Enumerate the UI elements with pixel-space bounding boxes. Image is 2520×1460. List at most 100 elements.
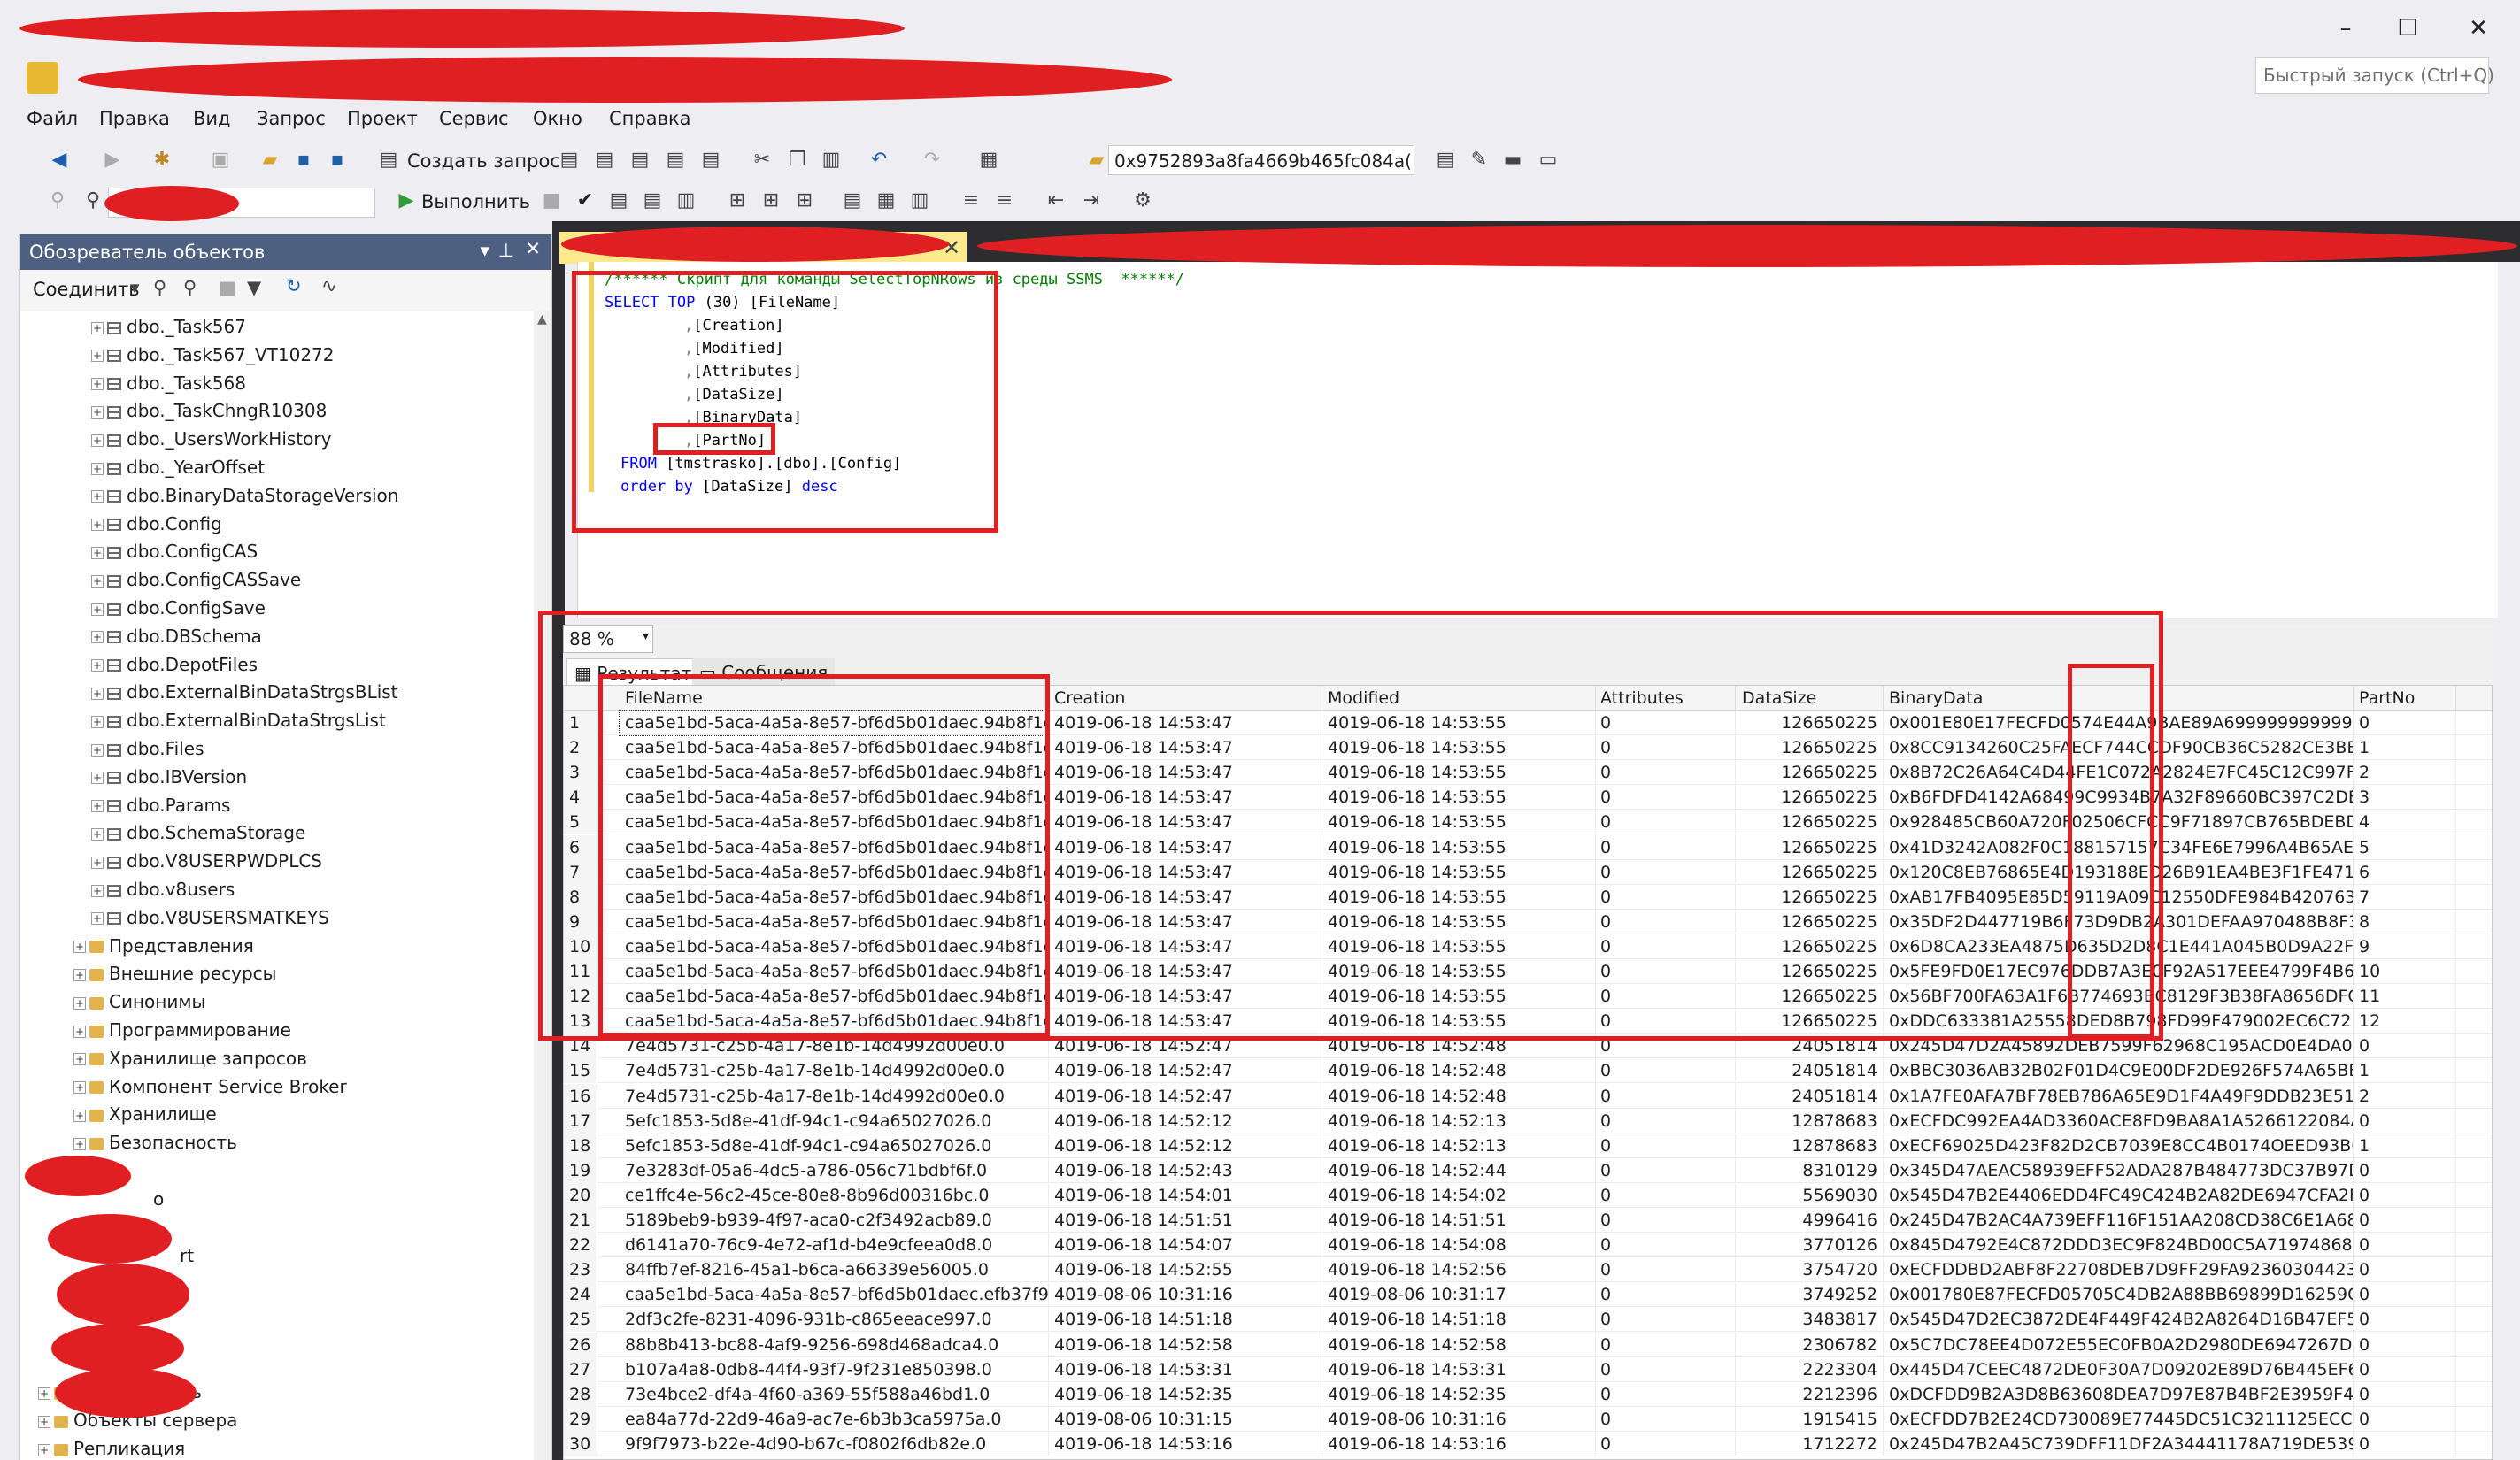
grid-cell-datasize[interactable]: 1712272	[1737, 1431, 1884, 1456]
toolbox-icon[interactable]: ▬	[1501, 149, 1524, 172]
grid-cell-attributes[interactable]: 0	[1595, 1257, 1736, 1283]
results-to-file-icon[interactable]: ▥	[908, 189, 931, 212]
grid-cell-creation[interactable]: 4019-06-18 14:52:12	[1049, 1108, 1322, 1133]
dmx-query-icon[interactable]: ▤	[628, 149, 651, 172]
grid-cell-binarydata[interactable]: 0xECFDD7B2E24CD730089E77445DC51C3211125E…	[1884, 1406, 2354, 1432]
grid-cell-modified[interactable]: 4019-06-18 14:53:55	[1322, 909, 1596, 934]
grid-cell-attributes[interactable]: 0	[1595, 884, 1736, 910]
table-row[interactable]: 10 caa5e1bd-5aca-4a5a-8e57-bf6d5b01daec.9…	[564, 934, 2492, 959]
grid-cell-partno[interactable]: 0	[2354, 1108, 2456, 1133]
minimize-button[interactable]: –	[2319, 11, 2372, 46]
row-number[interactable]: 28	[564, 1381, 597, 1407]
expand-icon[interactable]: +	[73, 1053, 86, 1066]
expand-icon[interactable]: +	[38, 1387, 50, 1400]
expand-icon[interactable]: +	[91, 856, 104, 869]
tree-item-table[interactable]: + dbo._YearOffset	[91, 457, 265, 485]
sql-editor[interactable]: /****** Скрипт для команды SelectTopNRow…	[577, 262, 2498, 618]
grid-cell-filename[interactable]: caa5e1bd-5aca-4a5a-8e57-bf6d5b01daec.94b…	[620, 959, 1049, 984]
table-row[interactable]: 22 d6141a70-76c9-4e72-af1d-b4e9cfeea0d8.0…	[564, 1233, 2492, 1258]
stop-icon[interactable]: ■	[540, 189, 563, 212]
expand-icon[interactable]: +	[38, 1443, 50, 1456]
grid-cell-modified[interactable]: 4019-06-18 14:52:35	[1322, 1381, 1596, 1407]
grid-cell-creation[interactable]: 4019-06-18 14:52:55	[1049, 1257, 1322, 1283]
grid-cell-filename[interactable]: b107a4a8-0db8-44f4-93f7-9f231e850398.0	[620, 1356, 1049, 1382]
grid-cell-filename[interactable]: 5efc1853-5d8e-41df-94c1-c94a65027026.0	[620, 1108, 1049, 1133]
new-project-icon[interactable]: ✱	[150, 149, 173, 172]
grid-cell-partno[interactable]: 12	[2354, 1009, 2456, 1034]
expand-icon[interactable]: +	[73, 968, 86, 981]
tree-item-table[interactable]: + dbo._Task567_VT10272	[91, 344, 335, 373]
grid-cell-creation[interactable]: 4019-06-18 14:53:47	[1049, 984, 1322, 1010]
row-number[interactable]: 19	[564, 1157, 597, 1183]
tree-item-table[interactable]: + dbo.ConfigCASSave	[91, 569, 301, 597]
specify-values-icon[interactable]: ⚙	[1131, 189, 1154, 212]
tree-item-table[interactable]: + dbo.BinaryDataStorageVersion	[91, 485, 398, 513]
row-number[interactable]: 26	[564, 1332, 597, 1357]
grid-cell-partno[interactable]: 6	[2354, 859, 2456, 885]
grid-cell-filename[interactable]: 7e4d5731-c25b-4a17-8e1b-14d4992d00e0.0	[620, 1034, 1049, 1059]
grid-cell-creation[interactable]: 4019-06-18 14:52:58	[1049, 1332, 1322, 1357]
grid-cell-binarydata[interactable]: 0x41D3242A082F0C188157157C34FE6E7996A4B6…	[1884, 834, 2354, 860]
expand-icon[interactable]: +	[91, 715, 104, 728]
grid-cell-datasize[interactable]: 126650225	[1737, 859, 1884, 885]
grid-cell-partno[interactable]: 0	[2354, 1157, 2456, 1183]
grid-cell-modified[interactable]: 4019-06-18 14:53:55	[1322, 1009, 1596, 1034]
grid-cell-attributes[interactable]: 0	[1595, 1133, 1736, 1158]
grid-cell-partno[interactable]: 0	[2354, 1233, 2456, 1258]
expand-icon[interactable]: +	[73, 1109, 86, 1122]
stop-icon[interactable]: ■	[219, 277, 236, 298]
row-number[interactable]: 12	[564, 984, 597, 1010]
filter-icon[interactable]: ▼	[247, 277, 261, 298]
zoom-select[interactable]: 88 % ▾	[563, 625, 653, 653]
table-row[interactable]: 14 7e4d5731-c25b-4a17-8e1b-14d4992d00e0.0…	[564, 1034, 2492, 1059]
grid-cell-binarydata[interactable]: 0x8B72C26A64C4D44FE1C072A2824E7FC45C12C9…	[1884, 760, 2354, 786]
expand-icon[interactable]: +	[91, 434, 104, 447]
refresh-icon[interactable]: ↻	[286, 275, 302, 296]
grid-cell-datasize[interactable]: 126650225	[1737, 735, 1884, 761]
expand-icon[interactable]: +	[73, 941, 86, 954]
grid-cell-filename[interactable]: 7e4d5731-c25b-4a17-8e1b-14d4992d00e0.0	[620, 1083, 1049, 1109]
grid-cell-filename[interactable]: 7e3283df-05a6-4dc5-a786-056c71bdbf6f.0	[620, 1157, 1049, 1183]
grid-cell-filename[interactable]: 73e4bce2-df4a-4f60-a369-55f588a46bd1.0	[620, 1381, 1049, 1407]
grid-cell-filename[interactable]: caa5e1bd-5aca-4a5a-8e57-bf6d5b01daec.94b…	[620, 859, 1049, 885]
new-query-icon[interactable]: ▤	[377, 149, 400, 172]
grid-cell-creation[interactable]: 4019-06-18 14:53:47	[1049, 711, 1322, 735]
grid-cell-modified[interactable]: 4019-06-18 14:53:55	[1322, 735, 1596, 761]
table-row[interactable]: 18 5efc1853-5d8e-41df-94c1-c94a65027026.0…	[564, 1133, 2492, 1158]
execute-icon[interactable]: ▶	[395, 189, 418, 212]
grid-cell-partno[interactable]: 3	[2354, 785, 2456, 811]
connect-icon[interactable]: ⚲	[46, 189, 69, 212]
grid-cell-datasize[interactable]: 126650225	[1737, 711, 1884, 735]
grid-cell-filename[interactable]: caa5e1bd-5aca-4a5a-8e57-bf6d5b01daec.94b…	[620, 884, 1049, 910]
change-connection-icon[interactable]: ⚲	[81, 189, 104, 212]
column-header[interactable]: Attributes	[1595, 686, 1736, 711]
grid-cell-creation[interactable]: 4019-06-18 14:52:47	[1049, 1058, 1322, 1084]
tree-item-table[interactable]: + dbo._Task568	[91, 373, 246, 401]
grid-cell-creation[interactable]: 4019-06-18 14:51:51	[1049, 1208, 1322, 1233]
db-engine-query-icon[interactable]: ▤	[558, 149, 581, 172]
grid-cell-binarydata[interactable]: 0x8CC9134260C25FAECF744CCDF90CB36C5282CE…	[1884, 735, 2354, 761]
grid-cell-attributes[interactable]: 0	[1595, 1381, 1736, 1407]
expand-icon[interactable]: +	[73, 1025, 86, 1038]
row-number[interactable]: 24	[564, 1282, 597, 1308]
menu-project[interactable]: Проект	[347, 108, 418, 129]
menu-view[interactable]: Вид	[193, 108, 231, 129]
row-number[interactable]: 6	[564, 834, 597, 860]
grid-cell-creation[interactable]: 4019-06-18 14:53:47	[1049, 810, 1322, 835]
grid-cell-partno[interactable]: 0	[2354, 1282, 2456, 1308]
tree-item-table[interactable]: + dbo.Files	[91, 738, 204, 766]
expand-icon[interactable]: +	[91, 912, 104, 926]
grid-cell-modified[interactable]: 4019-06-18 14:53:16	[1322, 1431, 1596, 1456]
row-number[interactable]: 2	[564, 735, 597, 761]
grid-cell-attributes[interactable]: 0	[1595, 834, 1736, 860]
grid-cell-attributes[interactable]: 0	[1595, 1009, 1736, 1034]
tree-item-server[interactable]: + Репликация	[38, 1438, 185, 1460]
grid-cell-datasize[interactable]: 126650225	[1737, 909, 1884, 934]
tree-item-table[interactable]: + dbo._Task567	[91, 316, 246, 344]
grid-cell-datasize[interactable]: 2306782	[1737, 1332, 1884, 1357]
grid-cell-datasize[interactable]: 5569030	[1737, 1182, 1884, 1208]
grid-cell-attributes[interactable]: 0	[1595, 1406, 1736, 1432]
table-row[interactable]: 4 caa5e1bd-5aca-4a5a-8e57-bf6d5b01daec.94…	[564, 785, 2492, 811]
tree-item-table[interactable]: + dbo.ConfigSave	[91, 597, 266, 626]
cut-icon[interactable]: ✂	[751, 149, 774, 172]
